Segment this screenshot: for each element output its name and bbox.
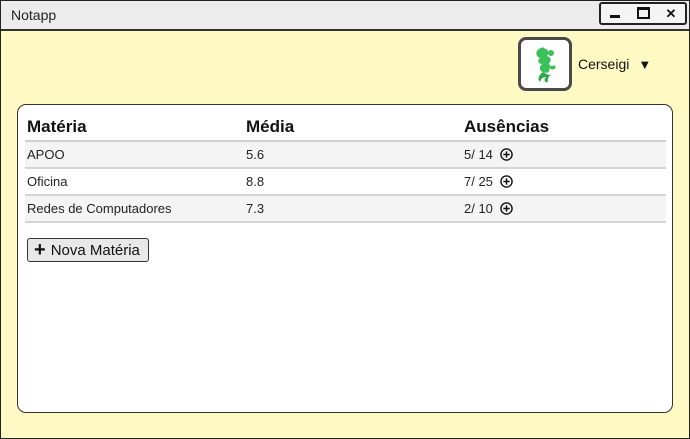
column-header-ausencias: Ausências [462,114,666,142]
column-header-materia: Matéria [25,114,244,142]
subjects-table: Matéria Média Ausências APOO 5.6 5/ 14 O… [25,114,666,223]
absences-value: 2/ 10 [464,201,493,216]
minimize-icon [610,15,620,18]
mermaid-avatar-icon [536,47,556,83]
absences-value: 5/ 14 [464,147,493,162]
column-header-media: Média [244,114,462,142]
absences-value: 7/ 25 [464,174,493,189]
new-subject-button[interactable]: + Nova Matéria [27,238,149,262]
chevron-down-icon[interactable]: ▼ [638,57,651,72]
minimize-button[interactable] [606,7,624,20]
cell-ausencias: 5/ 14 [462,141,666,169]
cell-media: 7.3 [244,195,462,223]
close-button[interactable]: ✕ [662,7,680,20]
subjects-panel: Matéria Média Ausências APOO 5.6 5/ 14 O… [17,104,673,413]
plus-icon: + [34,239,46,261]
cell-materia: APOO [25,141,244,169]
cell-media: 5.6 [244,141,462,169]
cell-ausencias: 2/ 10 [462,195,666,223]
maximize-button[interactable] [634,6,652,21]
window-controls: ✕ [599,2,687,25]
add-absence-icon[interactable] [500,175,513,188]
window-title: Notapp [11,7,57,23]
new-subject-label: Nova Matéria [50,241,140,259]
user-menu[interactable]: Cerseigi ▼ [518,37,651,91]
maximize-icon [636,6,650,19]
cell-ausencias: 7/ 25 [462,168,666,196]
table-row[interactable]: APOO 5.6 5/ 14 [25,141,666,169]
app-window: Notapp ✕ Cerseigi ▼ Matéria Média Ausênc… [0,0,690,439]
table-row[interactable]: Redes de Computadores 7.3 2/ 10 [25,195,666,223]
title-bar: Notapp ✕ [1,1,689,31]
cell-media: 8.8 [244,168,462,196]
close-icon: ✕ [665,6,677,21]
add-absence-icon[interactable] [500,148,513,161]
table-row[interactable]: Oficina 8.8 7/ 25 [25,168,666,196]
username[interactable]: Cerseigi [578,56,629,72]
cell-materia: Redes de Computadores [25,195,244,223]
avatar[interactable] [518,37,572,91]
cell-materia: Oficina [25,168,244,196]
add-absence-icon[interactable] [500,202,513,215]
table-header-row: Matéria Média Ausências [25,114,666,142]
